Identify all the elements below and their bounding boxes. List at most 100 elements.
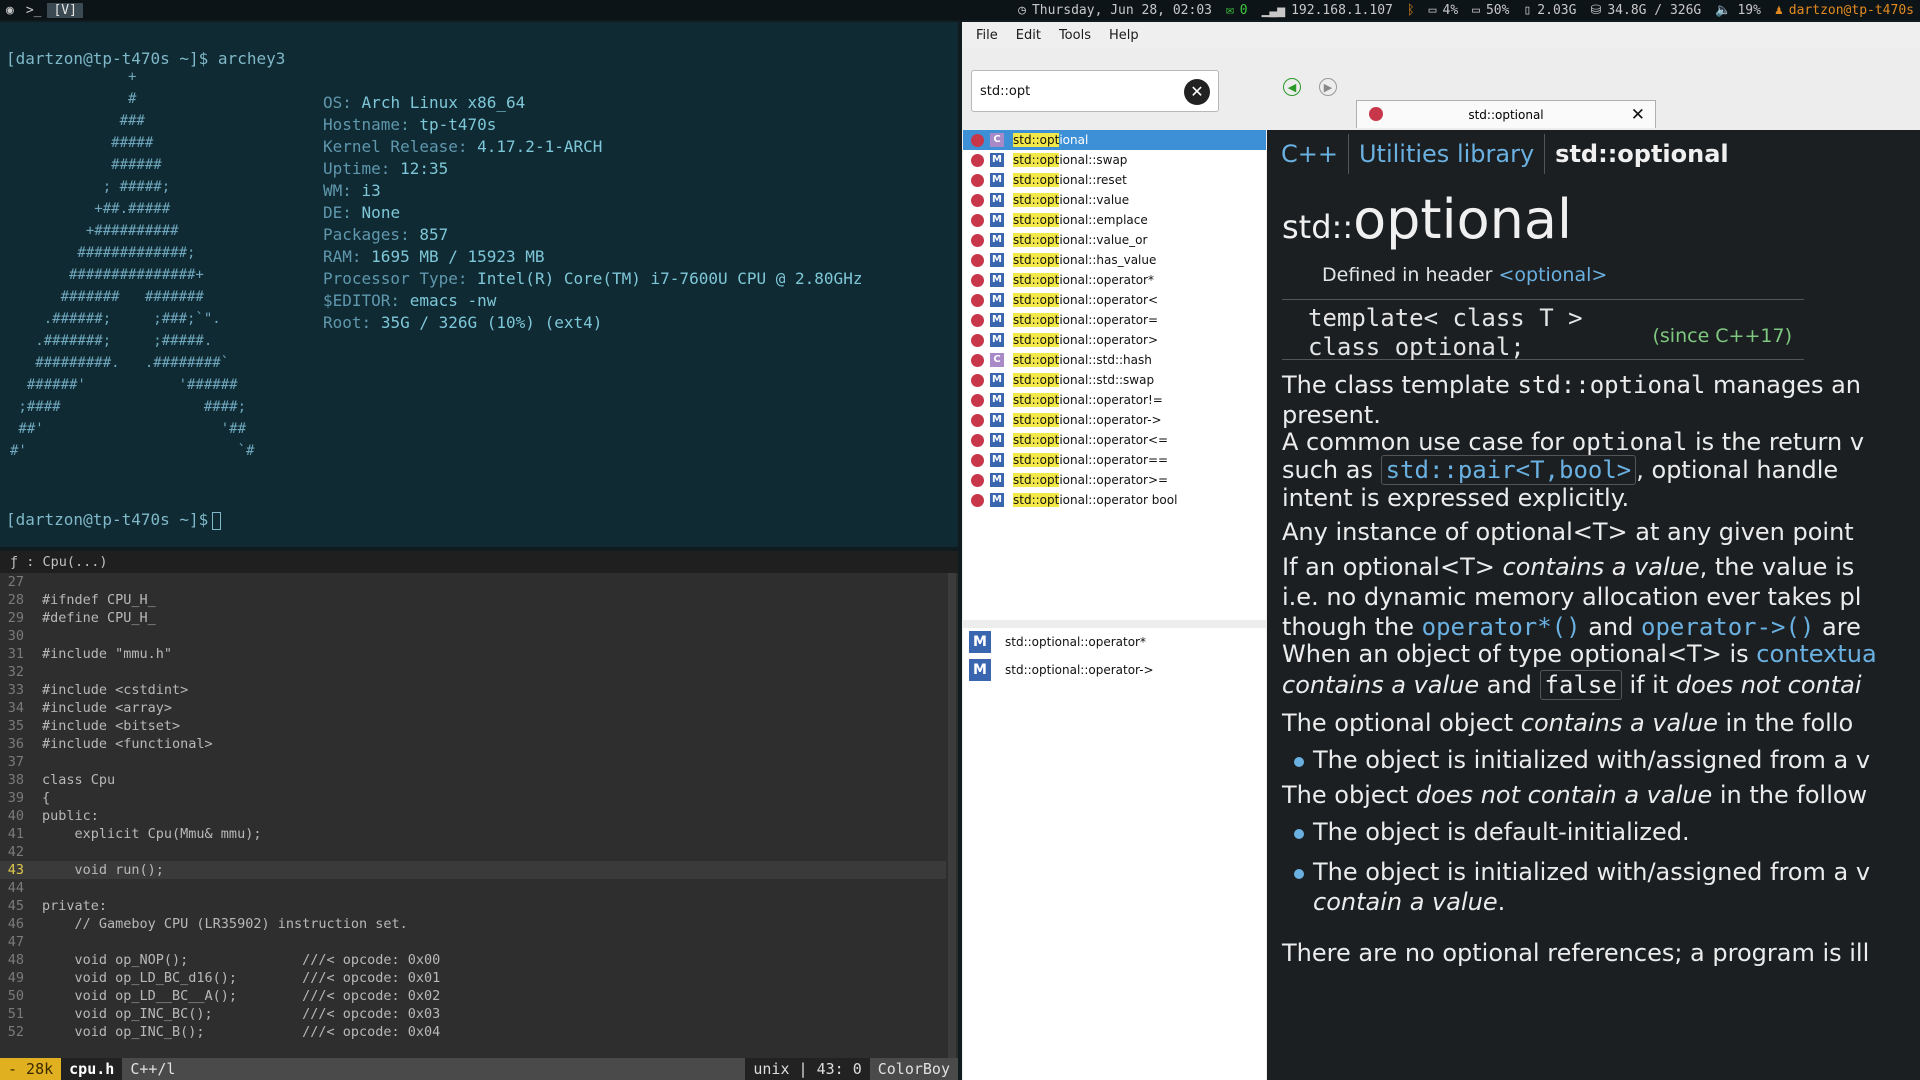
cpp-docset-icon	[971, 473, 984, 487]
search-result-item[interactable]: Mstd::opt ional::has_value	[963, 250, 1266, 270]
editor-scrollbar[interactable]	[948, 573, 956, 1061]
terminal-icon[interactable]: >_	[20, 3, 48, 18]
search-result-item[interactable]: Mstd::opt ional::std::swap	[963, 370, 1266, 390]
breadcrumb-utilities[interactable]: Utilities library	[1349, 134, 1546, 174]
code-text: #include "mmu.h"	[42, 646, 173, 662]
search-result-item[interactable]: Mstd::opt ional::operator*	[963, 270, 1266, 290]
code-line[interactable]: 35 #include <bitset>	[0, 717, 946, 735]
cpp-docset-icon	[971, 133, 984, 147]
code-line[interactable]: 45 private:	[0, 897, 946, 915]
toc-item[interactable]: Mstd::optional::operator->	[963, 656, 1266, 684]
terminal-window[interactable]: [dartzon@tp-t470s ~]$ archey3 + # ### ##…	[0, 22, 958, 547]
result-match-highlight: std::opt	[1013, 153, 1060, 167]
p2-link-pair[interactable]: std::pair<T,bool>	[1380, 455, 1637, 485]
volume-text: 19%	[1737, 2, 1761, 18]
code-line[interactable]: 47	[0, 933, 946, 951]
search-result-item[interactable]: Mstd::opt ional::value_or	[963, 230, 1266, 250]
header-link[interactable]: <optional>	[1498, 264, 1607, 286]
code-line[interactable]: 28 #ifndef CPU_H_	[0, 591, 946, 609]
code-line[interactable]: 37	[0, 753, 946, 771]
search-result-item[interactable]: Mstd::opt ional::emplace	[963, 210, 1266, 230]
back-button[interactable]: ◀	[1283, 78, 1301, 96]
search-result-item[interactable]: Mstd::opt ional::operator>	[963, 330, 1266, 350]
code-line[interactable]: 29 #define CPU_H_	[0, 609, 946, 627]
method-kind-icon: M	[990, 373, 1004, 387]
search-result-item[interactable]: Mstd::opt ional::operator<	[963, 290, 1266, 310]
code-line[interactable]: 46 // Gameboy CPU (LR35902) instruction …	[0, 915, 946, 933]
tab-std-optional[interactable]: std::optional ✕	[1356, 100, 1656, 128]
workspace-button-active[interactable]: [V]	[47, 2, 83, 18]
line-number: 36	[7, 736, 24, 752]
tab-close-icon[interactable]: ✕	[1631, 105, 1645, 125]
line-number: 48	[7, 952, 24, 968]
breadcrumb-cpp[interactable]: C++	[1271, 134, 1349, 174]
code-line[interactable]: 49 void op_LD_BC_d16(); ///< opcode: 0x0…	[0, 969, 946, 987]
system-info-key: Root:	[323, 313, 372, 332]
toc-item[interactable]: Mstd::optional::operator*	[963, 628, 1266, 656]
code-line[interactable]: 39 {	[0, 789, 946, 807]
system-info-key: RAM:	[323, 247, 362, 266]
p2-text-5: intent is expressed explicitly.	[1282, 484, 1630, 512]
menu-tools[interactable]: Tools	[1059, 28, 1091, 43]
search-result-item[interactable]: Mstd::opt ional::operator>=	[963, 470, 1266, 490]
p4-link-deref[interactable]: operator*()	[1422, 613, 1581, 641]
cpp-docset-icon	[1369, 107, 1383, 121]
code-line[interactable]: 30	[0, 627, 946, 645]
line-number: 49	[7, 970, 24, 986]
search-input[interactable]: std::opt ✕	[971, 70, 1219, 112]
code-line[interactable]: 51 void op_INC_BC(); ///< opcode: 0x03	[0, 1005, 946, 1023]
battery1-item: ▭ 4%	[1429, 3, 1458, 18]
code-line[interactable]: 38 class Cpu	[0, 771, 946, 789]
search-result-item[interactable]: Cstd::opt ional	[963, 130, 1266, 150]
menu-edit[interactable]: Edit	[1016, 28, 1041, 43]
emacs-editor-window[interactable]: ƒ : Cpu(...) 27 28 #ifndef CPU_H_ 29 #define…	[0, 551, 958, 1080]
menu-file[interactable]: File	[976, 28, 998, 43]
search-result-item[interactable]: Mstd::opt ional::operator<=	[963, 430, 1266, 450]
code-line[interactable]: 42	[0, 843, 946, 861]
code-line[interactable]: 31 #include "mmu.h"	[0, 645, 946, 663]
search-result-item[interactable]: Mstd::opt ional::swap	[963, 150, 1266, 170]
terminal-prompt-text: [dartzon@tp-t470s ~]$	[6, 510, 209, 529]
clear-search-button[interactable]: ✕	[1184, 79, 1210, 105]
code-line[interactable]: 41 explicit Cpu(Mmu& mmu);	[0, 825, 946, 843]
terminal-prompt[interactable]: [dartzon@tp-t470s ~]$	[6, 509, 222, 531]
method-kind-icon: M	[990, 173, 1004, 187]
search-result-item[interactable]: Mstd::opt ional::operator=	[963, 310, 1266, 330]
code-line[interactable]: 36 #include <functional>	[0, 735, 946, 753]
search-result-item[interactable]: Mstd::opt ional::operator->	[963, 410, 1266, 430]
code-line[interactable]: 52 void op_INC_B(); ///< opcode: 0x04	[0, 1023, 946, 1041]
user-item: ♟ dartzon@tp-t470s	[1775, 3, 1914, 18]
forward-button[interactable]: ▶	[1319, 78, 1337, 96]
cpp-docset-icon	[971, 493, 984, 507]
code-line[interactable]: 50 void op_LD__BC__A(); ///< opcode: 0x0…	[0, 987, 946, 1005]
search-result-item[interactable]: Mstd::opt ional::operator==	[963, 450, 1266, 470]
search-result-item[interactable]: Mstd::opt ional::reset	[963, 170, 1266, 190]
system-info-value: Arch Linux x86_64	[361, 93, 526, 112]
code-line[interactable]: 27	[0, 573, 946, 591]
result-label: ional::operator==	[1059, 453, 1169, 467]
code-line[interactable]: 44	[0, 879, 946, 897]
search-result-item[interactable]: Mstd::opt ional::operator bool	[963, 490, 1266, 510]
code-line[interactable]: 43 void run();	[0, 861, 946, 879]
panel-splitter[interactable]	[963, 620, 1266, 628]
arch-logo-icon[interactable]: ◉	[0, 3, 20, 18]
code-line[interactable]: 48 void op_NOP(); ///< opcode: 0x00	[0, 951, 946, 969]
code-line[interactable]: 32	[0, 663, 946, 681]
code-line[interactable]: 34 #include <array>	[0, 699, 946, 717]
code-text: void op_LD__BC__A(); ///< opcode: 0x02	[42, 988, 441, 1004]
result-label: ional::std::swap	[1059, 373, 1155, 387]
p4-link-arrow[interactable]: operator->()	[1641, 613, 1814, 641]
code-text: void op_INC_B(); ///< opcode: 0x04	[42, 1024, 441, 1040]
code-line[interactable]: 33 #include <cstdint>	[0, 681, 946, 699]
code-area[interactable]: 27 28 #ifndef CPU_H_ 29 #define CPU_H_ 30 31 #i…	[0, 573, 946, 1041]
menu-help[interactable]: Help	[1109, 28, 1139, 43]
code-line[interactable]: 40 public:	[0, 807, 946, 825]
search-result-item[interactable]: Mstd::opt ional::value	[963, 190, 1266, 210]
p5-link[interactable]: contextua	[1756, 640, 1876, 668]
search-result-item[interactable]: Mstd::opt ional::operator!=	[963, 390, 1266, 410]
zeal-docs-window: File Edit Tools Help std::opt ✕ ◀ ▶ std:…	[962, 22, 1920, 1080]
search-result-item[interactable]: Cstd::opt ional::std::hash	[963, 350, 1266, 370]
defined-in-text: Defined in header	[1322, 264, 1493, 286]
menu-bar: File Edit Tools Help	[962, 22, 1920, 48]
